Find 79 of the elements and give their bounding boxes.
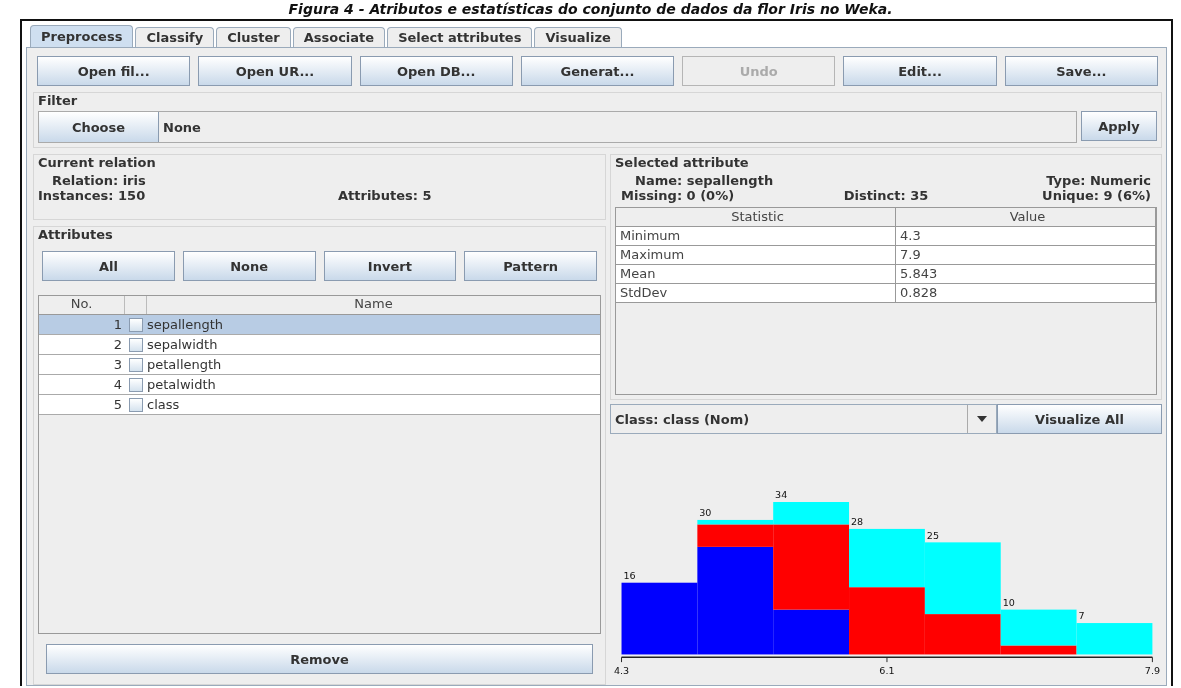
column-header: Statistic (616, 208, 896, 226)
table-cell: Minimum (616, 227, 896, 245)
attribute-name-label: Name: sepallength (634, 173, 775, 188)
relation-label: Relation: iris (51, 173, 147, 188)
toolbar-button[interactable]: Open DB... (359, 56, 513, 86)
select-button[interactable]: All (42, 251, 175, 281)
row-number: 5 (112, 396, 123, 414)
instances-label: Instances: 150 (38, 188, 147, 203)
tab[interactable]: Visualize (534, 27, 622, 47)
checkbox[interactable] (129, 357, 143, 372)
group-title: Selected attribute (613, 155, 751, 170)
table-cell: StdDev (616, 284, 896, 302)
attributes-count: Attributes: 5 (338, 188, 433, 203)
missing-label: Missing: 0 (0%) (621, 188, 736, 203)
class-dropdown[interactable]: Class: class (Nom) (610, 404, 997, 434)
checkbox[interactable] (129, 377, 143, 392)
bar-total-label: 16 (623, 569, 636, 581)
table-cell: Mean (616, 265, 896, 283)
toolbar-button[interactable]: Open fil... (37, 56, 191, 86)
dropdown-arrow-icon (977, 416, 987, 422)
checkbox[interactable] (129, 337, 143, 352)
attribute-row[interactable]: 1 sepallength (39, 315, 600, 335)
apply-button[interactable]: Apply (1081, 111, 1157, 141)
attribute-name: class (147, 396, 181, 414)
attribute-row[interactable]: 3 petallength (39, 355, 600, 375)
checkbox[interactable] (129, 317, 143, 332)
unique-label: Unique: 9 (6%) (1041, 188, 1151, 203)
row-number: 2 (112, 336, 123, 354)
visualize-all-button[interactable]: Visualize All (997, 404, 1162, 434)
checkbox[interactable] (129, 397, 143, 412)
filter-value: None (162, 119, 201, 135)
select-button[interactable]: None (182, 251, 316, 281)
axis-tick-label: 7.9 (1144, 664, 1160, 676)
attribute-type-label: Type: Numeric (1045, 173, 1151, 188)
attribute-name: sepallength (147, 316, 225, 334)
attribute-name: petalwidth (147, 376, 217, 394)
bar-total-label: 25 (926, 529, 939, 541)
toolbar-button[interactable]: Generat... (520, 56, 675, 86)
remove-button[interactable]: Remove (46, 644, 593, 674)
attribute-row[interactable]: 4 petalwidth (39, 375, 600, 395)
choose-button[interactable]: Choose (39, 112, 159, 142)
row-number: 4 (112, 376, 123, 394)
group-title: Filter (36, 93, 80, 108)
row-number: 3 (112, 356, 123, 374)
row-number: 1 (112, 316, 123, 334)
attribute-name: sepalwidth (147, 336, 219, 354)
bar-total-label: 28 (850, 516, 864, 528)
bar-total-label: 10 (1002, 596, 1015, 608)
toolbar-button[interactable]: Edit... (843, 56, 997, 86)
group-title: Current relation (36, 155, 158, 170)
toolbar-button[interactable]: Save... (1004, 56, 1158, 86)
tab[interactable]: Associate (292, 27, 386, 47)
column-header: Value (896, 208, 1156, 226)
axis-tick-label: 6.1 (879, 664, 895, 676)
tab[interactable]: Cluster (216, 27, 291, 47)
filter-field[interactable]: Choose None (38, 111, 1077, 143)
distinct-label: Distinct: 35 (842, 188, 930, 203)
select-button[interactable]: Invert (323, 251, 457, 281)
toolbar-button[interactable]: Open UR... (198, 56, 352, 86)
select-button[interactable]: Pattern (464, 251, 597, 281)
table-cell: Maximum (616, 246, 896, 264)
bar-total-label: 7 (1078, 610, 1085, 622)
attribute-row[interactable]: 5 class (39, 395, 600, 415)
column-header: Name (353, 296, 394, 313)
table-cell: 5.843 (896, 265, 1156, 283)
bar-total-label: 34 (775, 489, 788, 501)
attribute-row[interactable]: 2 sepalwidth (39, 335, 600, 355)
table-cell: 7.9 (896, 246, 1156, 264)
table-cell: 0.828 (896, 284, 1156, 302)
tab[interactable]: Preprocess (30, 25, 134, 47)
tab[interactable]: Select attributes (387, 27, 533, 47)
attribute-name: petallength (147, 356, 223, 374)
group-title: Attributes (36, 227, 115, 242)
axis-tick-label: 4.3 (613, 664, 630, 676)
bar-total-label: 30 (699, 507, 712, 519)
tab[interactable]: Classify (135, 27, 215, 47)
table-cell: 4.3 (896, 227, 1156, 245)
figure-caption: Figura 4 - Atributos e estatísticas do conjunto de dados da flor Iris no Weka. (287, 0, 894, 19)
column-header: No. (39, 296, 125, 314)
